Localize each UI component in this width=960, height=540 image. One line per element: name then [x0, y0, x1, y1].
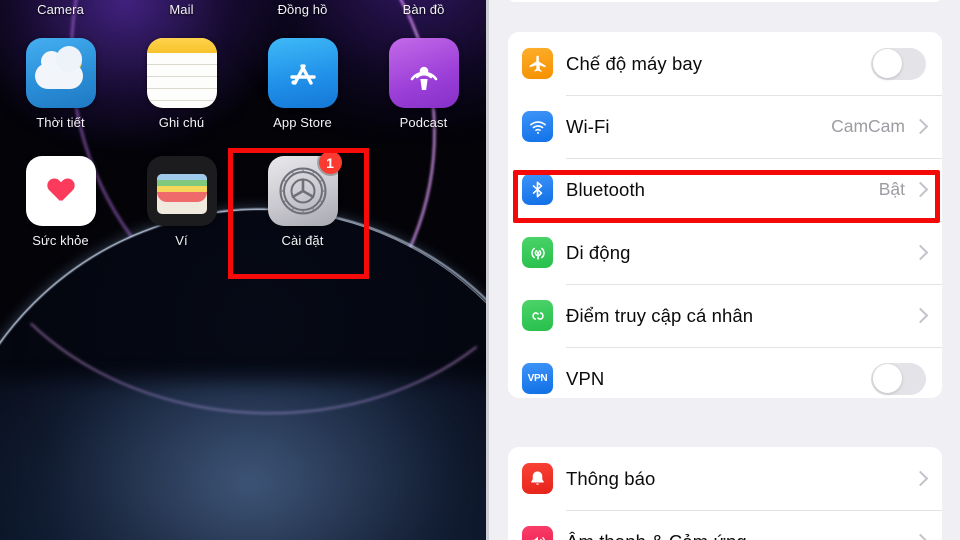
row-value: Bật: [878, 179, 905, 199]
health-icon-wrap[interactable]: [25, 156, 96, 226]
settings-row-wifi[interactable]: Wi-Fi CamCam: [508, 95, 942, 158]
card-red: [156, 192, 207, 202]
toggle-knob: [872, 364, 902, 393]
row-label: Bluetooth: [566, 178, 646, 200]
airplane-icon: [522, 48, 553, 79]
row-label: Di động: [566, 241, 631, 263]
notes-icon: [146, 38, 217, 108]
chevron-right-icon: [912, 533, 929, 540]
heart-icon: [48, 179, 74, 203]
settings-group-notifications: Thông báo Âm thanh & Cảm ứng: [508, 447, 942, 540]
home-app-notes[interactable]: Ghi chú: [121, 38, 242, 130]
health-icon: [25, 156, 96, 226]
previous-card-peek: [508, 0, 942, 2]
app-label: Thời tiết: [36, 115, 85, 130]
app-label: Ghi chú: [158, 115, 205, 130]
notes-line: [146, 100, 217, 101]
podcast-icon-wrap[interactable]: [388, 38, 459, 108]
notifications-icon: [522, 463, 553, 494]
chevron-right-icon: [912, 181, 929, 198]
chevron-right-icon: [912, 470, 929, 487]
settings-row-bluetooth[interactable]: Bluetooth Bật: [508, 158, 942, 221]
toggle-knob: [872, 49, 902, 78]
home-app-clock[interactable]: Đồng hồ: [242, 2, 363, 17]
chevron-right-icon: [912, 244, 929, 261]
app-label: Mail: [169, 2, 194, 17]
home-app-health[interactable]: Sức khỏe: [0, 156, 121, 248]
ios-settings-panel: Chế độ máy bay Wi-Fi CamCam Bluetooth Bậ…: [486, 0, 960, 540]
home-app-mail[interactable]: Mail: [121, 2, 242, 17]
notes-line: [146, 88, 217, 89]
home-app-podcast[interactable]: Podcast: [363, 38, 484, 130]
settings-row-airplane-mode[interactable]: Chế độ máy bay: [508, 32, 942, 95]
ios-home-screen: Camera Mail Đồng hồ Bàn đồ Thời tiết Ghi…: [0, 0, 486, 540]
wallet-icon-wrap[interactable]: [146, 156, 217, 226]
airplane-mode-toggle[interactable]: [871, 47, 926, 80]
podcast-icon: [388, 38, 459, 108]
app-label: Podcast: [399, 115, 448, 130]
settings-row-personal-hotspot[interactable]: Điểm truy cập cá nhân: [508, 284, 942, 347]
row-label: Chế độ máy bay: [566, 52, 703, 74]
weather-icon: [25, 38, 96, 108]
vpn-icon: VPN: [522, 363, 553, 394]
cloud-icon: [34, 46, 83, 89]
home-app-weather[interactable]: Thời tiết: [0, 38, 121, 130]
app-label: Bàn đồ: [402, 2, 445, 17]
settings-group-connectivity: Chế độ máy bay Wi-Fi CamCam Bluetooth Bậ…: [508, 32, 942, 398]
app-store-icon: [267, 38, 338, 108]
notes-line: [146, 76, 217, 77]
settings-app-highlight-box: [228, 148, 369, 279]
chevron-right-icon: [912, 307, 929, 324]
row-label: Âm thanh & Cảm ứng: [566, 531, 905, 540]
app-label: App Store: [273, 115, 332, 130]
vpn-toggle[interactable]: [871, 362, 926, 395]
row-label: VPN: [566, 367, 605, 389]
app-label: Sức khỏe: [32, 233, 89, 248]
home-app-maps[interactable]: Bàn đồ: [363, 2, 484, 17]
home-row-2: Thời tiết Ghi chú App Store Podcast: [0, 38, 486, 130]
card-stack: [156, 174, 207, 214]
settings-row-sounds-haptics[interactable]: Âm thanh & Cảm ứng: [508, 510, 942, 540]
row-value: CamCam: [831, 116, 905, 136]
notes-line: [146, 64, 217, 65]
vpn-icon-text: VPN: [527, 373, 548, 384]
chevron-right-icon: [912, 118, 929, 135]
bluetooth-icon: [522, 174, 553, 205]
weather-icon-wrap[interactable]: [25, 38, 96, 108]
row-label: Wi-Fi: [566, 115, 610, 137]
screenshot-root: Camera Mail Đồng hồ Bàn đồ Thời tiết Ghi…: [0, 0, 960, 540]
home-app-camera[interactable]: Camera: [0, 2, 121, 17]
settings-row-vpn[interactable]: VPN VPN: [508, 347, 942, 398]
sounds-haptics-icon: [522, 526, 553, 540]
wallet-icon: [146, 156, 217, 226]
wallpaper-glow-bottom: [0, 380, 486, 540]
row-label: Thông báo: [566, 467, 656, 489]
row-label: Điểm truy cập cá nhân: [566, 304, 754, 326]
app-label: Đồng hồ: [277, 2, 328, 17]
wifi-icon: [522, 111, 553, 142]
hotspot-icon: [522, 300, 553, 331]
settings-row-notifications[interactable]: Thông báo: [508, 447, 942, 510]
cellular-icon: [522, 237, 553, 268]
app-label: Camera: [37, 2, 84, 17]
home-row-1-labels: Camera Mail Đồng hồ Bàn đồ: [0, 2, 486, 17]
home-app-wallet[interactable]: Ví: [121, 156, 242, 248]
settings-row-cellular[interactable]: Di động: [508, 221, 942, 284]
notes-icon-wrap[interactable]: [146, 38, 217, 108]
app-label: Ví: [175, 233, 188, 248]
app-store-icon-wrap[interactable]: [267, 38, 338, 108]
home-app-app-store[interactable]: App Store: [242, 38, 363, 130]
notes-header-strip: [146, 38, 217, 53]
